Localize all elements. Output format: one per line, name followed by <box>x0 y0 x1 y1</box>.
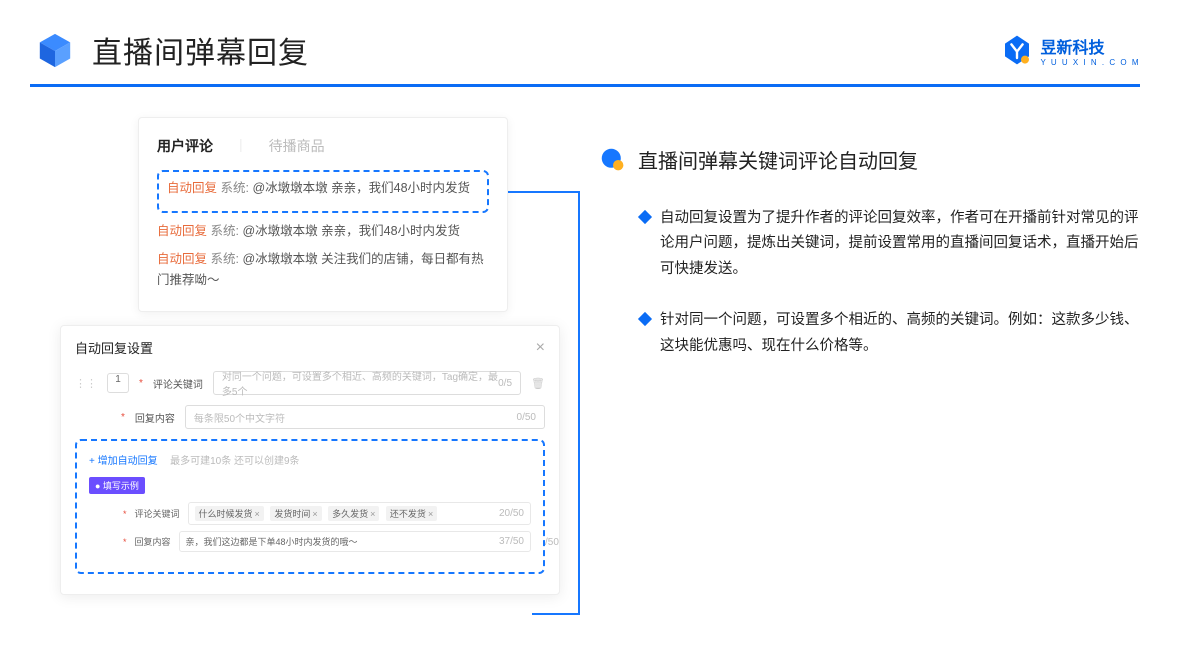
required-star: * <box>121 412 125 423</box>
highlighted-reply: 自动回复 系统: @冰墩墩本墩 亲亲，我们48小时内发货 <box>157 170 489 213</box>
comments-panel: 用户评论 | 待播商品 自动回复 系统: @冰墩墩本墩 亲亲，我们48小时内发货… <box>138 117 508 312</box>
diamond-icon <box>638 312 652 326</box>
reply-text: @冰墩墩本墩 亲亲，我们48小时内发货 <box>242 224 460 238</box>
screenshot-mockups: 用户评论 | 待播商品 自动回复 系统: @冰墩墩本墩 亲亲，我们48小时内发货… <box>60 117 570 385</box>
tab-user-comments[interactable]: 用户评论 <box>157 136 213 156</box>
auto-reply-tag: 自动回复 <box>157 252 207 266</box>
yuuxin-logo-icon <box>1001 34 1033 66</box>
ex-tag-list: 什么时候发货× 发货时间× 多久发货× 还不发货× <box>195 506 442 521</box>
example-content-row: * 回复内容 亲，我们这边都是下单48小时内发货的哦～ 37/50 <box>89 531 531 552</box>
bullet-list: 自动回复设置为了提升作者的评论回复效率，作者可在开播前针对常见的评论用户问题，提… <box>600 206 1140 359</box>
reply-item: 自动回复 系统: @冰墩墩本墩 亲亲，我们48小时内发货 <box>167 178 479 199</box>
section-heading: 直播间弹幕关键词评论自动回复 <box>600 145 1140 174</box>
keyword-tag: 多久发货× <box>328 506 379 521</box>
content-label: 回复内容 <box>135 410 175 425</box>
example-highlight-box: + 增加自动回复 最多可建10条 还可以创建9条 ● 填写示例 * 评论关键词 … <box>75 439 545 574</box>
required-star: * <box>123 537 127 547</box>
settings-title: 自动回复设置 <box>75 338 153 357</box>
example-keyword-row: * 评论关键词 什么时候发货× 发货时间× 多久发货× 还不发货× 20/50 <box>89 502 531 525</box>
reply-text: @冰墩墩本墩 亲亲，我们48小时内发货 <box>252 181 470 195</box>
add-hint: 最多可建10条 还可以创建9条 <box>170 456 299 467</box>
reply-item: 自动回复 系统: @冰墩墩本墩 关注我们的店铺，每日都有热门推荐呦～ <box>157 249 489 292</box>
auto-reply-tag: 自动回复 <box>167 181 217 195</box>
tag-remove-icon: × <box>370 509 375 519</box>
cube-icon <box>36 31 74 69</box>
auto-reply-tag: 自动回复 <box>157 224 207 238</box>
stray-counter: /50 <box>545 537 559 548</box>
tag-remove-icon: × <box>255 509 260 519</box>
description-column: 直播间弹幕关键词评论自动回复 自动回复设置为了提升作者的评论回复效率，作者可在开… <box>600 117 1140 385</box>
bullet-item: 自动回复设置为了提升作者的评论回复效率，作者可在开播前针对常见的评论用户问题，提… <box>640 206 1140 282</box>
brand-logo: 昱新科技 Y U U X I N . C O M <box>1001 34 1140 67</box>
system-label: 系统: <box>221 181 249 195</box>
brand-name-en: Y U U X I N . C O M <box>1041 58 1140 67</box>
keyword-label: 评论关键词 <box>153 376 203 391</box>
required-star: * <box>139 378 143 389</box>
close-icon[interactable]: × <box>536 339 545 357</box>
tab-pending-products[interactable]: 待播商品 <box>269 136 325 156</box>
ex-content-label: 回复内容 <box>135 535 171 548</box>
example-badge: ● 填写示例 <box>89 477 145 494</box>
content-input[interactable]: 每条限50个中文字符 0/50 <box>185 405 545 429</box>
keyword-placeholder: 对同一个问题，可设置多个相近、高频的关键词，Tag确定，最多5个 <box>222 368 498 398</box>
index-input[interactable]: 1 <box>107 373 129 393</box>
header: 直播间弹幕回复 昱新科技 Y U U X I N . C O M <box>0 0 1180 84</box>
delete-icon[interactable]: 🗑 <box>531 377 545 390</box>
ex-content-value: 亲，我们这边都是下单48小时内发货的哦～ <box>186 535 358 548</box>
keyword-tag: 还不发货× <box>386 506 437 521</box>
bullet-item: 针对同一个问题，可设置多个相近的、高频的关键词。例如：这款多少钱、这块能优惠吗、… <box>640 308 1140 359</box>
ex-keyword-input[interactable]: 什么时候发货× 发货时间× 多久发货× 还不发货× 20/50 <box>188 502 531 525</box>
keyword-counter: 0/5 <box>498 378 512 389</box>
header-left: 直播间弹幕回复 <box>36 28 309 72</box>
comments-tabs: 用户评论 | 待播商品 <box>157 136 489 156</box>
auto-reply-settings-panel: 自动回复设置 × ⋮⋮ 1 * 评论关键词 对同一个问题，可设置多个相近、高频的… <box>60 325 560 595</box>
keyword-input[interactable]: 对同一个问题，可设置多个相近、高频的关键词，Tag确定，最多5个 0/5 <box>213 371 521 395</box>
tag-remove-icon: × <box>312 509 317 519</box>
section-title: 直播间弹幕关键词评论自动回复 <box>638 145 918 174</box>
system-label: 系统: <box>211 252 239 266</box>
drag-handle-icon[interactable]: ⋮⋮ <box>75 377 97 390</box>
page-title: 直播间弹幕回复 <box>92 28 309 72</box>
keyword-tag: 发货时间× <box>270 506 321 521</box>
reply-item: 自动回复 系统: @冰墩墩本墩 亲亲，我们48小时内发货 <box>157 221 489 242</box>
tag-remove-icon: × <box>428 509 433 519</box>
connector-line <box>532 613 580 615</box>
diamond-icon <box>638 210 652 224</box>
bullet-text: 针对同一个问题，可设置多个相近的、高频的关键词。例如：这款多少钱、这块能优惠吗、… <box>660 308 1140 359</box>
connector-line <box>508 191 580 193</box>
connector-line <box>578 191 580 615</box>
ex-content-counter: 37/50 <box>499 536 524 547</box>
ex-keyword-label: 评论关键词 <box>135 507 180 520</box>
content-row: * 回复内容 每条限50个中文字符 0/50 <box>75 405 545 429</box>
ex-content-input[interactable]: 亲，我们这边都是下单48小时内发货的哦～ 37/50 <box>179 531 531 552</box>
system-label: 系统: <box>211 224 239 238</box>
bullet-text: 自动回复设置为了提升作者的评论回复效率，作者可在开播前针对常见的评论用户问题，提… <box>660 206 1140 282</box>
chat-bubble-icon <box>600 147 626 173</box>
content-placeholder: 每条限50个中文字符 <box>194 410 285 425</box>
keyword-tag: 什么时候发货× <box>195 506 264 521</box>
tab-divider: | <box>239 136 243 156</box>
required-star: * <box>123 509 127 519</box>
keyword-row: ⋮⋮ 1 * 评论关键词 对同一个问题，可设置多个相近、高频的关键词，Tag确定… <box>75 371 545 395</box>
add-auto-reply-link[interactable]: + 增加自动回复 <box>89 456 158 467</box>
content-counter: 0/50 <box>517 412 536 423</box>
ex-keyword-counter: 20/50 <box>499 508 524 519</box>
brand-name-cn: 昱新科技 <box>1041 34 1140 58</box>
